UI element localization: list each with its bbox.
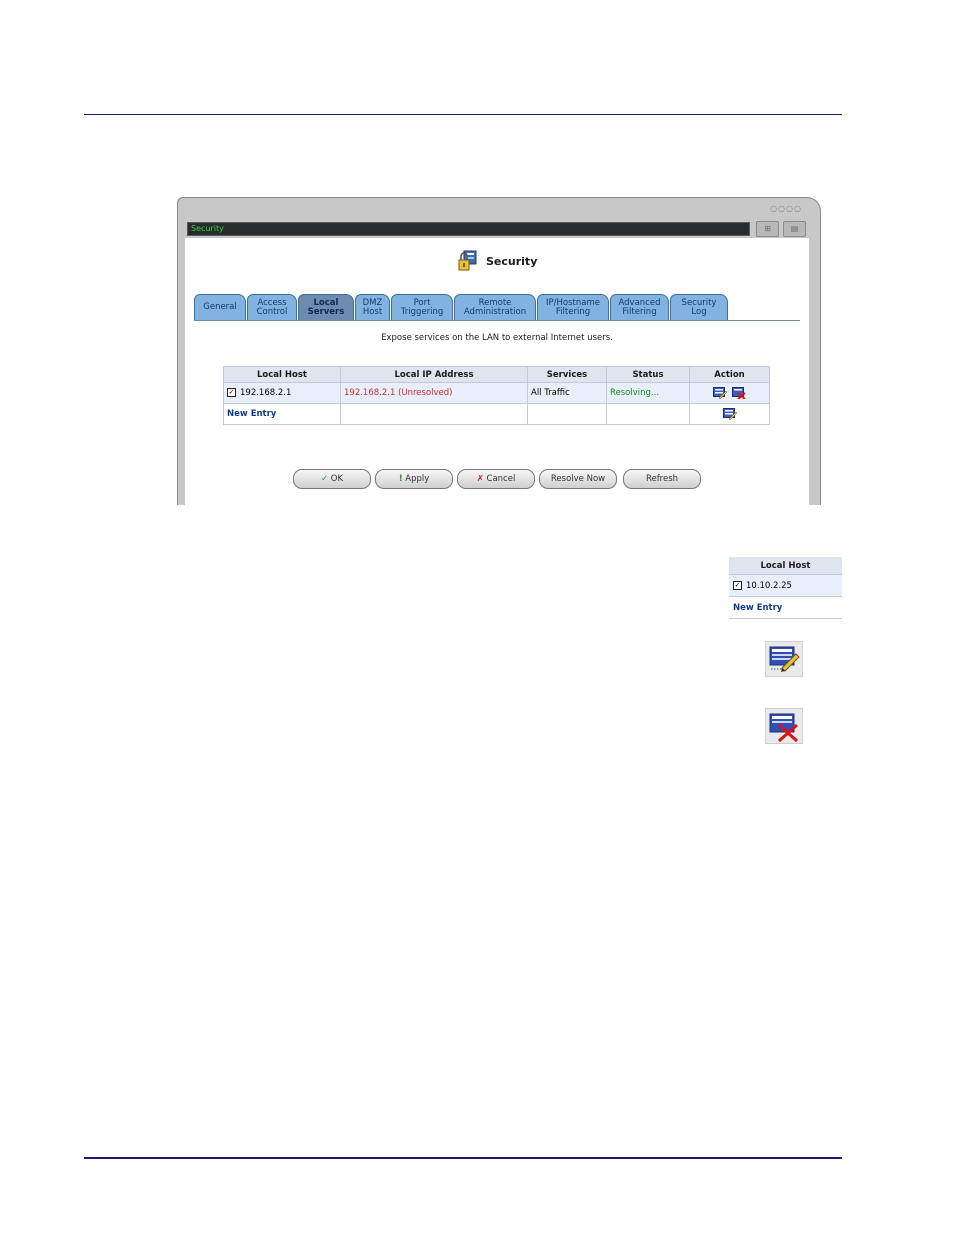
local-servers-table: Local Host Local IP Address Services Sta… xyxy=(223,366,770,425)
empty-cell xyxy=(527,403,607,425)
main-content: Security General Access Control Local Se… xyxy=(185,238,809,505)
local-ip-cell: 192.168.2.1 (Unresolved) xyxy=(340,382,528,404)
check-icon: ✓ xyxy=(320,474,329,484)
edit-entry-icon xyxy=(765,641,803,677)
tab-dmz-host[interactable]: DMZ Host xyxy=(355,294,390,320)
snippet-host-link[interactable]: 10.10.2.25 xyxy=(746,581,792,591)
menu-button[interactable]: ▤ xyxy=(783,221,806,237)
col-status: Status xyxy=(606,366,690,383)
col-local-host: Local Host xyxy=(223,366,341,383)
snippet-checkbox[interactable]: ✓ xyxy=(733,580,742,590)
delete-entry-icon xyxy=(765,708,803,744)
tab-remote-administration[interactable]: Remote Administration xyxy=(454,294,536,320)
page-top-rule xyxy=(84,114,842,115)
tab-security-log[interactable]: Security Log xyxy=(670,294,728,320)
cancel-button[interactable]: ✗ Cancel xyxy=(457,469,535,489)
col-services: Services xyxy=(527,366,607,383)
snippet-row-new: New Entry xyxy=(729,596,842,619)
ok-button[interactable]: ✓ OK xyxy=(293,469,371,489)
window-grip: ○○○○ xyxy=(770,204,802,213)
window-title: Security xyxy=(191,224,224,233)
enable-checkbox[interactable]: ✓ xyxy=(227,388,236,397)
tab-advanced-filtering[interactable]: Advanced Filtering xyxy=(610,294,669,320)
snippet-header: Local Host xyxy=(729,557,842,575)
new-entry-link[interactable]: New Entry xyxy=(223,403,341,425)
delete-icon[interactable] xyxy=(731,387,746,399)
security-icon xyxy=(458,250,477,271)
table-row-new: New Entry xyxy=(223,403,770,425)
empty-cell xyxy=(340,403,528,425)
tab-bar: General Access Control Local Servers DMZ… xyxy=(194,294,800,321)
apply-button[interactable]: ! Apply xyxy=(375,469,453,489)
empty-cell xyxy=(606,403,690,425)
action-cell xyxy=(689,382,770,404)
tab-ip-hostname-filtering[interactable]: IP/Hostname Filtering xyxy=(537,294,609,320)
tab-port-triggering[interactable]: Port Triggering xyxy=(391,294,453,320)
col-local-ip: Local IP Address xyxy=(340,366,528,383)
page-bottom-rule xyxy=(84,1157,842,1159)
local-host-cell: ✓ 192.168.2.1 xyxy=(223,382,341,404)
refresh-button[interactable]: Refresh xyxy=(623,469,701,489)
tab-general[interactable]: General xyxy=(194,294,246,320)
table-row: ✓ 192.168.2.1 192.168.2.1 (Unresolved) Al… xyxy=(223,382,770,404)
action-cell xyxy=(689,403,770,425)
col-action: Action xyxy=(689,366,770,383)
add-entry-icon[interactable] xyxy=(722,408,737,420)
snippet-row: ✓ 10.10.2.25 xyxy=(729,574,842,597)
table-header-row: Local Host Local IP Address Services Sta… xyxy=(223,366,770,383)
resolve-now-button[interactable]: Resolve Now xyxy=(539,469,617,489)
status-cell: Resolving... xyxy=(606,382,690,404)
x-icon: ✗ xyxy=(476,474,484,484)
page-description: Expose services on the LAN to external I… xyxy=(381,333,613,343)
window-titlebar: Security xyxy=(187,222,750,236)
exclamation-icon: ! xyxy=(398,474,403,484)
security-window: ○○○○ Security ⊞ ▤ Security General Acces… xyxy=(177,197,821,505)
menu-icon: ▤ xyxy=(790,224,799,233)
tab-local-servers[interactable]: Local Servers xyxy=(298,294,354,320)
page-title: Security xyxy=(486,255,538,268)
local-host-snippet: Local Host ✓ 10.10.2.25 New Entry xyxy=(729,557,842,619)
tab-access-control[interactable]: Access Control xyxy=(247,294,297,320)
snippet-host-cell: ✓ 10.10.2.25 xyxy=(729,574,842,597)
services-cell: All Traffic xyxy=(527,382,607,404)
edit-icon[interactable] xyxy=(713,387,728,399)
network-map-button[interactable]: ⊞ xyxy=(756,221,779,237)
network-icon: ⊞ xyxy=(764,224,771,233)
snippet-new-entry-link[interactable]: New Entry xyxy=(729,596,842,619)
local-host-link[interactable]: 192.168.2.1 xyxy=(240,388,291,398)
